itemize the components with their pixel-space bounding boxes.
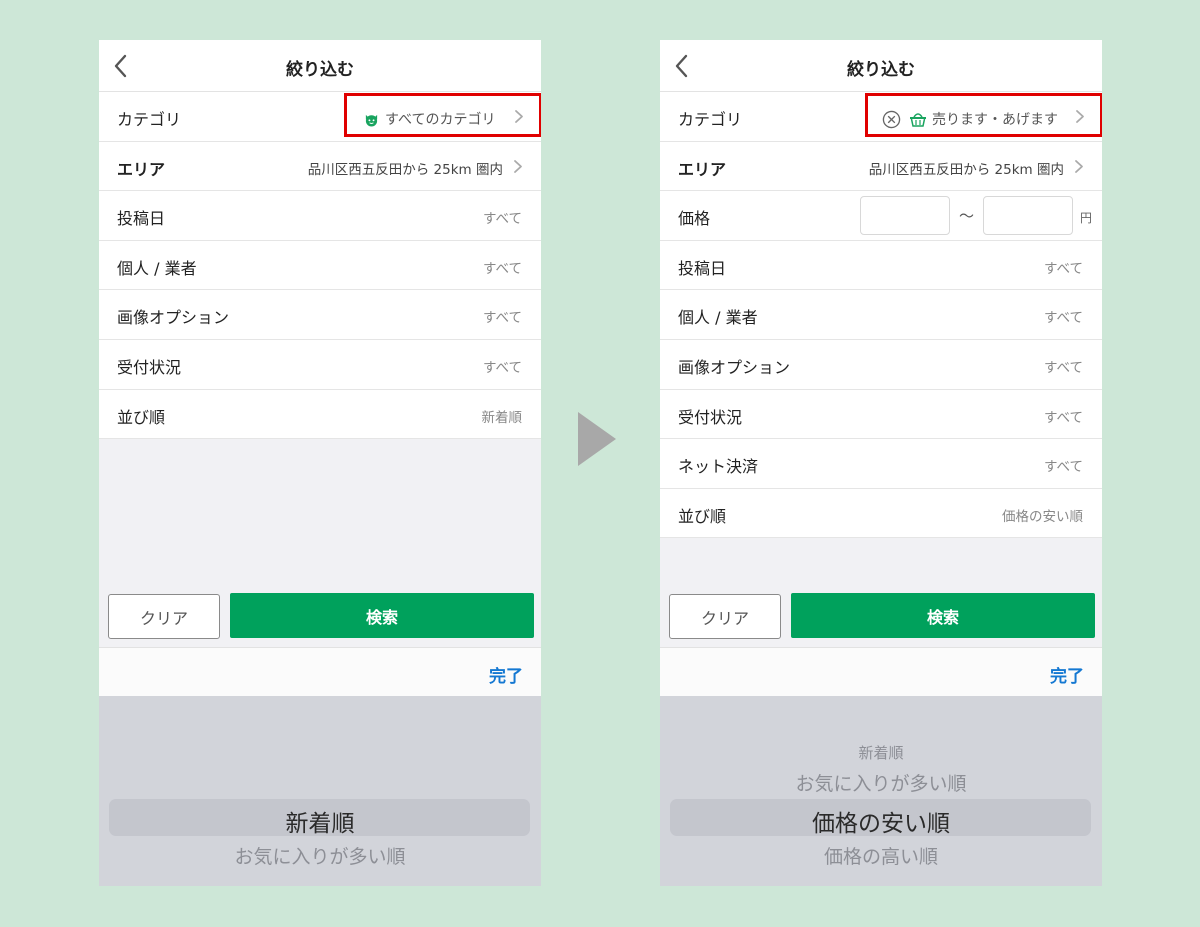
filter-row-status[interactable]: 受付状況 すべて [660,390,1102,440]
price-range-separator: 〜 [959,207,975,226]
row-label: 投稿日 [117,209,166,229]
chevron-right-icon [514,159,522,173]
search-button[interactable]: 検索 [791,593,1095,638]
chevron-right-icon [515,110,523,123]
row-label: 個人 / 業者 [678,308,758,328]
picker-toolbar: 完了 [99,647,541,696]
row-value: すべて [482,359,522,376]
filter-row-sort-order[interactable]: 並び順 価格の安い順 [660,489,1102,539]
filter-row-image-option[interactable]: 画像オプション すべて [660,340,1102,390]
row-label: 受付状況 [678,407,743,427]
row-label: エリア [117,159,166,179]
row-value: すべて [1043,260,1083,277]
row-value: すべて [482,310,522,327]
clear-button[interactable]: クリア [108,594,220,639]
filter-row-image-option[interactable]: 画像オプション すべて [99,290,541,340]
filter-row-post-date[interactable]: 投稿日 すべて [99,191,541,241]
basket-icon [910,113,926,127]
done-button[interactable]: 完了 [1050,662,1084,687]
clear-circle-x-icon[interactable] [882,110,901,129]
filter-screen-before: 絞り込む カテゴリ すべてのカテゴリ エリア 品川区西五反田から 25km 圏内… [99,40,541,886]
chevron-right-icon [1076,110,1084,123]
sort-picker[interactable]: 新着順 お気に入りが多い順 価格の安い順 価格の高い順 [660,696,1102,886]
price-unit-label: 円 [1079,211,1092,226]
price-min-input[interactable] [860,196,950,236]
chevron-right-icon [1075,159,1083,173]
cat-face-icon [365,114,378,127]
filter-row-area[interactable]: エリア 品川区西五反田から 25km 圏内 [660,142,1102,192]
row-label: 価格 [678,209,711,229]
filter-row-area[interactable]: エリア 品川区西五反田から 25km 圏内 [99,142,541,192]
filter-row-status[interactable]: 受付状況 すべて [99,340,541,390]
picker-option-selected[interactable]: 価格の安い順 [660,804,1102,838]
row-label: 個人 / 業者 [117,258,197,278]
picker-option[interactable]: 価格の高い順 [660,842,1102,869]
filter-row-net-payment[interactable]: ネット決済 すべて [660,439,1102,489]
row-label: 投稿日 [678,258,727,278]
filter-row-seller-type[interactable]: 個人 / 業者 すべて [660,290,1102,340]
filter-row-sort-order[interactable]: 並び順 新着順 [99,390,541,440]
filter-list: カテゴリ すべてのカテゴリ エリア 品川区西五反田から 25km 圏内 投稿日 … [99,92,541,440]
picker-option[interactable]: 新着順 [660,742,1102,763]
filter-row-category[interactable]: カテゴリ すべてのカテゴリ [99,92,541,142]
search-button[interactable]: 検索 [230,593,534,638]
row-value: すべて [482,211,522,228]
filter-screen-after: 絞り込む カテゴリ 売ります・あげます エリア 品川区西五反田から 25km 圏… [660,40,1102,886]
row-label: 並び順 [117,407,166,427]
picker-option-selected[interactable]: 新着順 [99,804,541,838]
row-label: エリア [678,159,727,179]
category-highlight-box: すべてのカテゴリ [344,93,541,137]
page-title: 絞り込む [286,60,354,80]
row-value: 価格の安い順 [1002,508,1083,525]
row-label: カテゴリ [678,110,743,129]
action-bar: クリア 検索 [99,585,541,647]
picker-toolbar: 完了 [660,647,1102,696]
navigation-bar: 絞り込む [660,40,1102,92]
filter-row-category[interactable]: カテゴリ 売ります・あげます [660,92,1102,142]
area-value: 品川区西五反田から 25km 圏内 [307,161,503,178]
filter-row-price: 価格 〜 円 [660,191,1102,241]
filter-list: カテゴリ 売ります・あげます エリア 品川区西五反田から 25km 圏内 価格 … [660,92,1102,539]
row-label: 画像オプション [117,308,230,328]
page-title: 絞り込む [847,60,915,80]
row-label: 画像オプション [678,357,791,377]
row-value: すべて [1043,459,1083,476]
category-value: 売ります・あげます [932,112,1058,128]
done-button[interactable]: 完了 [489,662,523,687]
row-value: すべて [1043,310,1083,327]
row-label: 並び順 [678,506,727,526]
row-value: 新着順 [481,409,523,426]
navigation-bar: 絞り込む [99,40,541,92]
picker-option[interactable]: お気に入りが多い順 [660,769,1102,796]
row-value: すべて [1043,359,1083,376]
row-label: カテゴリ [117,110,182,129]
sort-picker[interactable]: 新着順 お気に入りが多い順 [99,696,541,886]
row-value: すべて [482,260,522,277]
picker-option[interactable]: お気に入りが多い順 [99,842,541,869]
play-arrow-icon [578,412,616,466]
filter-row-seller-type[interactable]: 個人 / 業者 すべて [99,241,541,291]
row-label: ネット決済 [678,457,759,477]
price-max-input[interactable] [983,196,1073,236]
filter-row-post-date[interactable]: 投稿日 すべて [660,241,1102,291]
category-highlight-box: 売ります・あげます [865,93,1102,137]
row-value: すべて [1043,409,1083,426]
clear-button[interactable]: クリア [669,594,781,639]
category-value: すべてのカテゴリ [385,112,496,128]
area-value: 品川区西五反田から 25km 圏内 [868,161,1064,178]
action-bar: クリア 検索 [660,585,1102,647]
row-label: 受付状況 [117,357,182,377]
